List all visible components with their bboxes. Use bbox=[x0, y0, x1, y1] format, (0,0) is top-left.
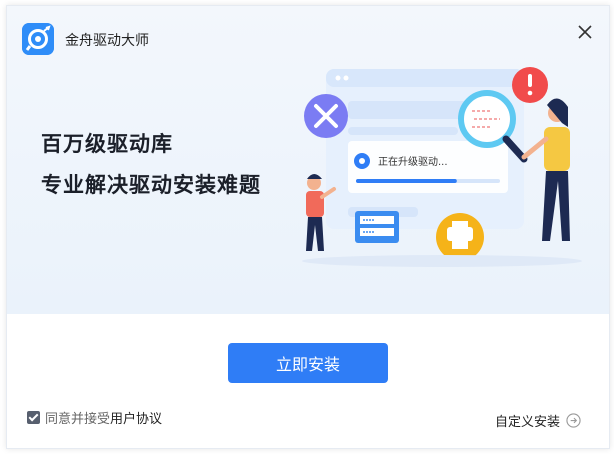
window-frame: 金舟驱动大师 百万级驱动库 专业解决驱动安装难题 正在升级驱动... 立即安装 … bbox=[0, 0, 614, 454]
installer-window: 金舟驱动大师 百万级驱动库 专业解决驱动安装难题 正在升级驱动... 立即安装 … bbox=[6, 5, 610, 449]
arrow-right-circle-icon bbox=[566, 413, 581, 428]
alert-icon bbox=[512, 67, 548, 103]
upgrade-progress-fill bbox=[356, 179, 457, 183]
ground-shadow bbox=[302, 255, 582, 267]
hero-headline: 百万级驱动库 bbox=[41, 132, 173, 156]
hero-subline: 专业解决驱动安装难题 bbox=[41, 173, 261, 197]
status-text: 正在升级驱动... bbox=[378, 156, 448, 168]
close-button[interactable] bbox=[575, 22, 595, 42]
custom-install-label: 自定义安装 bbox=[495, 415, 561, 430]
app-logo-icon bbox=[22, 23, 54, 55]
printer-icon bbox=[436, 213, 484, 261]
title-bar: 金舟驱动大师 bbox=[7, 6, 609, 66]
server-icon bbox=[355, 211, 399, 243]
app-title: 金舟驱动大师 bbox=[65, 33, 149, 49]
install-now-button[interactable]: 立即安装 bbox=[228, 343, 388, 383]
woman-figure bbox=[521, 98, 570, 241]
driver-upgrade-illustration: 正在升级驱动... bbox=[302, 67, 582, 267]
wrench-screwdriver-icon bbox=[304, 94, 348, 138]
custom-install-link[interactable]: 自定义安装 bbox=[495, 411, 581, 430]
agree-checkbox[interactable] bbox=[27, 411, 40, 424]
user-agreement-link[interactable]: 用户协议 bbox=[110, 408, 162, 427]
agree-label: 同意并接受 bbox=[45, 412, 111, 427]
agreement-row: 同意并接受 用户协议 bbox=[27, 408, 162, 427]
hero-banner: 金舟驱动大师 百万级驱动库 专业解决驱动安装难题 正在升级驱动... bbox=[7, 6, 609, 314]
